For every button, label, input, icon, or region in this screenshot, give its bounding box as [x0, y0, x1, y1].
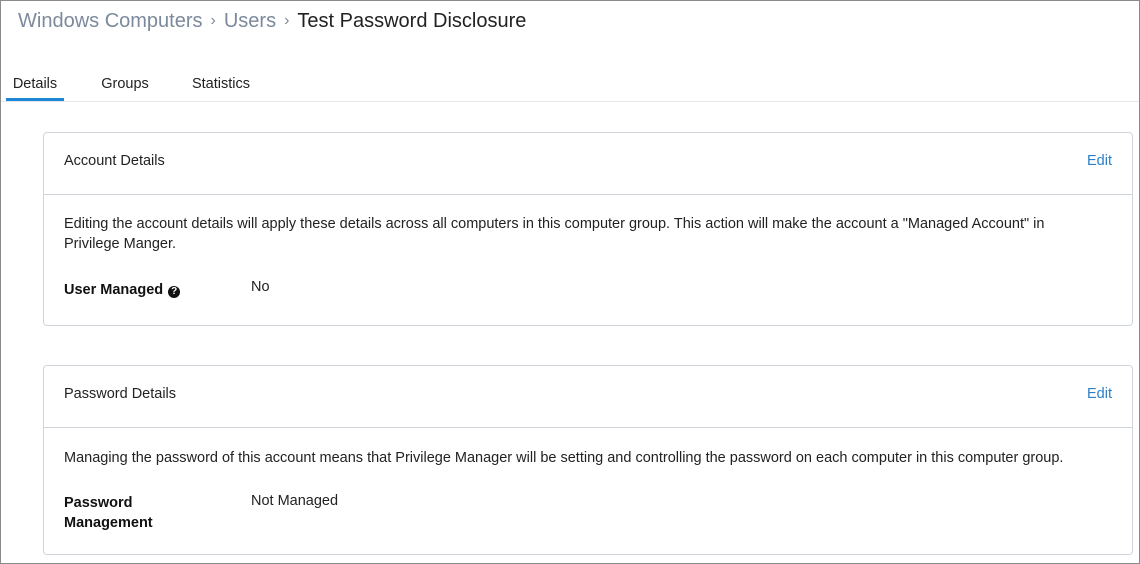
account-details-edit-link[interactable]: Edit	[1087, 153, 1112, 169]
account-details-description: Editing the account details will apply t…	[64, 216, 1045, 252]
tab-details[interactable]: Details	[6, 71, 64, 101]
question-circle-icon[interactable]: ?	[168, 286, 181, 298]
password-details-edit-link[interactable]: Edit	[1087, 386, 1112, 402]
user-managed-value: No	[251, 279, 270, 295]
password-details-header: Password Details Edit	[44, 366, 1132, 428]
password-details-card: Password Details Edit Managing the passw…	[43, 365, 1133, 555]
user-managed-label: User Managed	[64, 282, 164, 298]
password-management-value: Not Managed	[251, 493, 339, 509]
tab-statistics[interactable]: Statistics	[188, 71, 254, 98]
password-details-description: Managing the password of this account me…	[64, 450, 1064, 466]
page-title: Test Password Disclosure	[297, 9, 527, 32]
breadcrumb-separator-icon: ›	[210, 12, 216, 29]
breadcrumb: Windows Computers › Users › Test Passwor…	[18, 7, 526, 35]
account-details-title: Account Details	[64, 153, 165, 169]
account-details-card: Account Details Edit Editing the account…	[43, 132, 1133, 326]
account-details-header: Account Details Edit	[44, 133, 1132, 195]
breadcrumb-separator-icon: ›	[284, 12, 290, 29]
tab-groups[interactable]: Groups	[98, 71, 152, 98]
breadcrumb-windows-computers[interactable]: Windows Computers	[18, 10, 203, 33]
user-managed-field: User Managed?	[64, 281, 181, 301]
password-management-label: Password Management	[64, 495, 153, 531]
password-details-title: Password Details	[64, 386, 177, 402]
breadcrumb-users[interactable]: Users	[224, 10, 276, 33]
app-window: Windows Computers › Users › Test Passwor…	[0, 0, 1140, 564]
tab-bar: Details Groups Statistics	[1, 71, 1139, 102]
